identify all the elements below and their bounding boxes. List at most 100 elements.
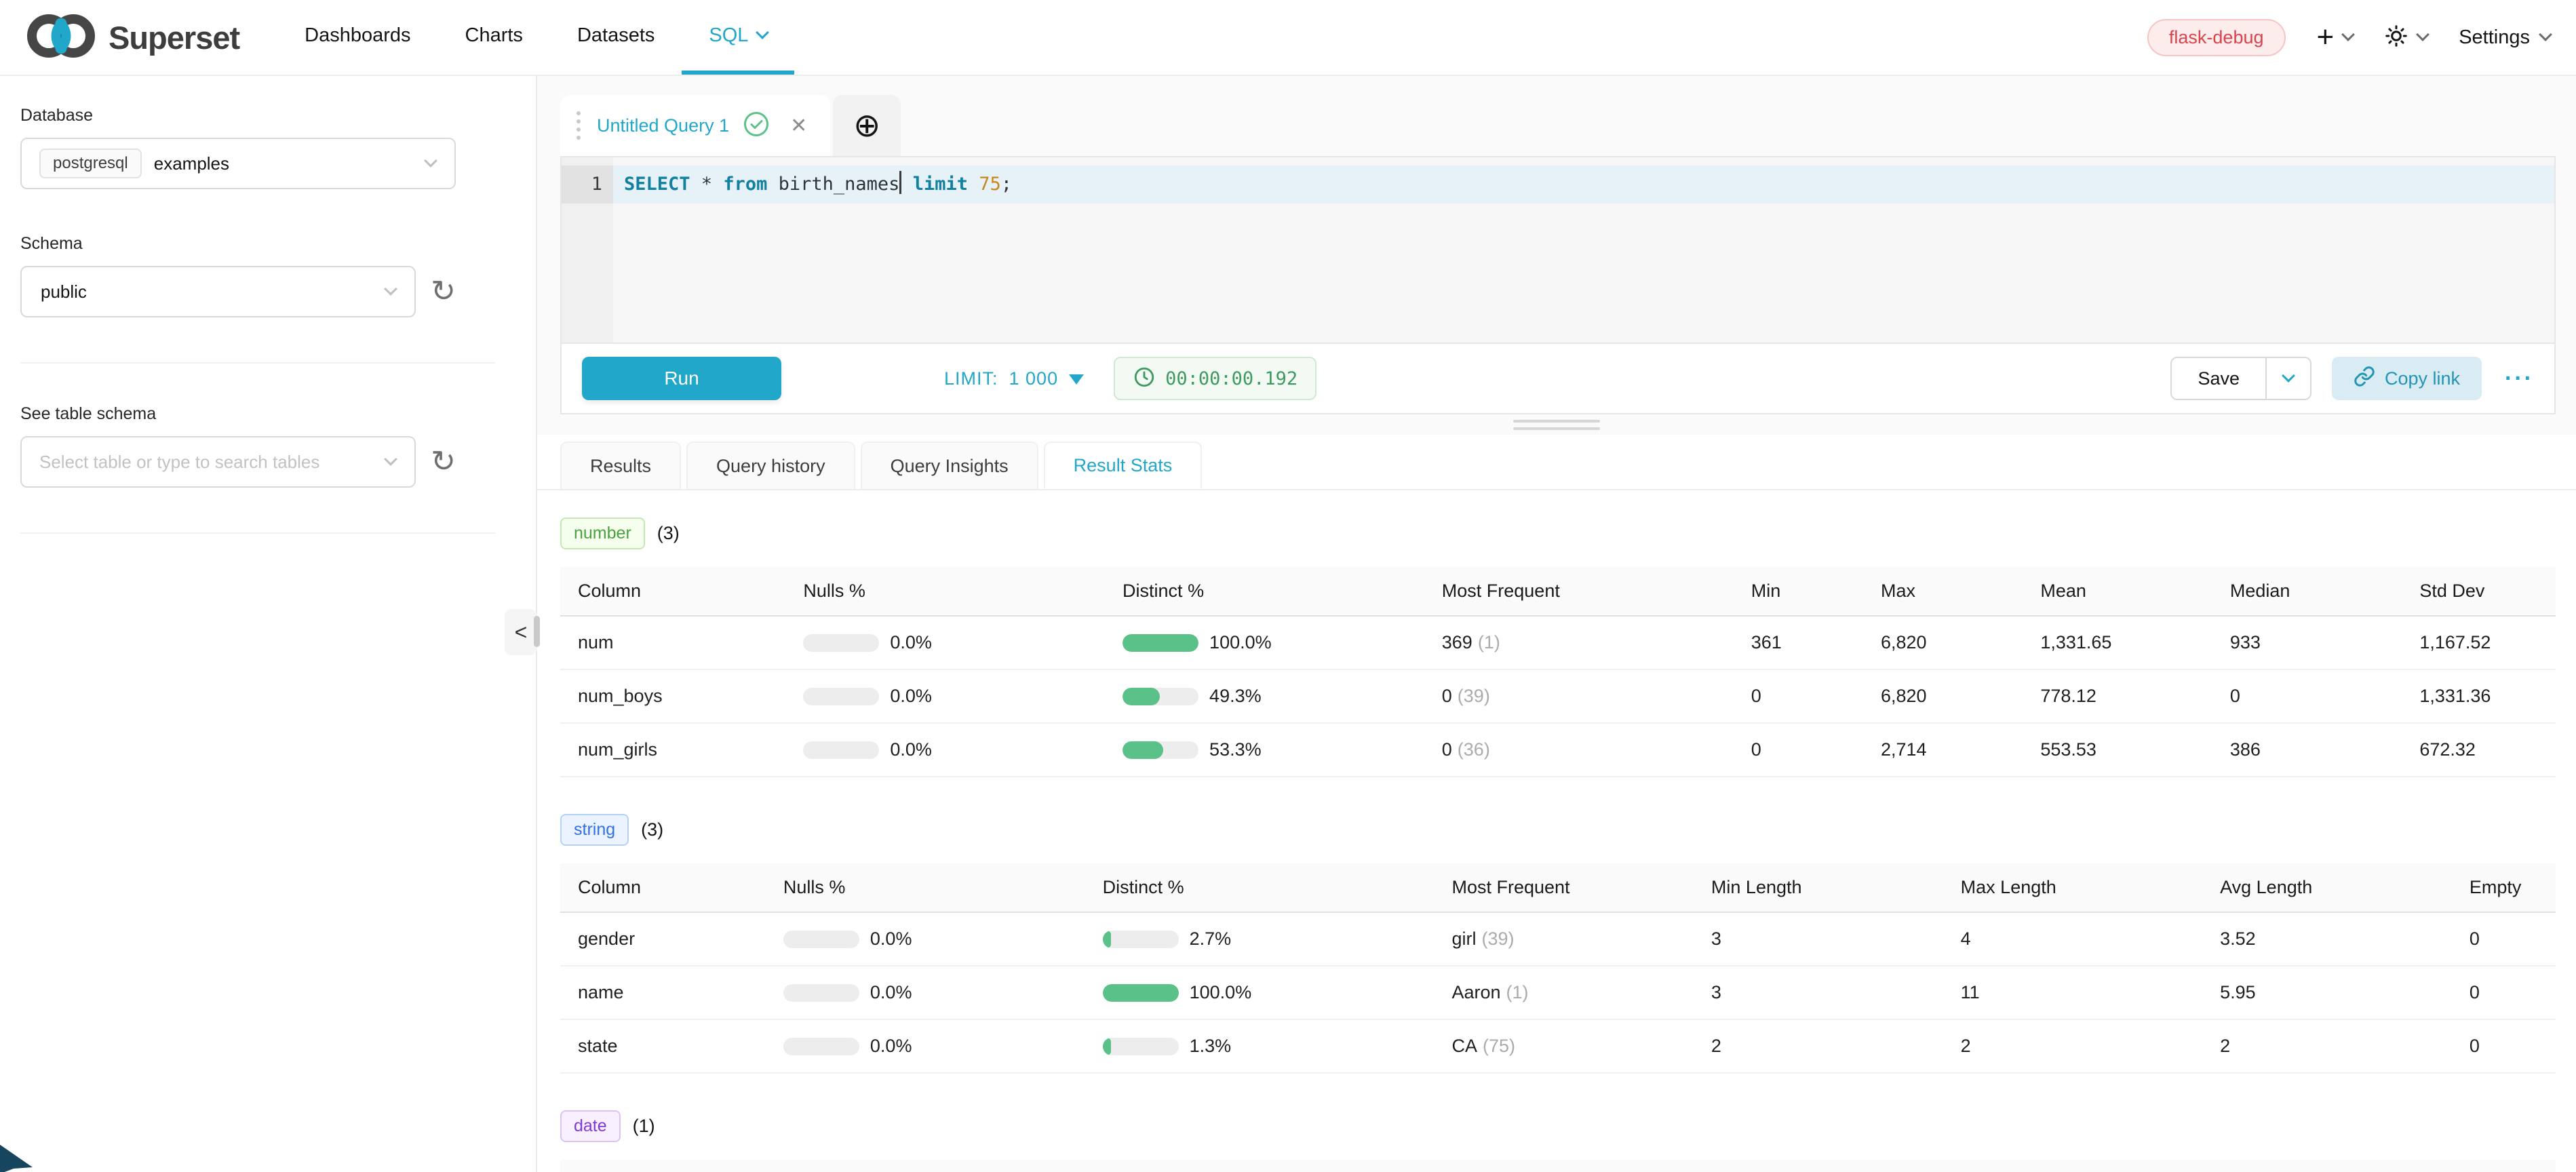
cell-plain: 778.12 bbox=[2027, 669, 2216, 723]
tab-query-insights[interactable]: Query Insights bbox=[861, 442, 1038, 489]
frequent-value: Aaron bbox=[1451, 982, 1500, 1002]
type-tag-number: number bbox=[560, 517, 645, 549]
column-header: Empty bbox=[2456, 863, 2556, 912]
brand-name: Superset bbox=[109, 19, 239, 56]
percent-bar-cell: 53.3% bbox=[1123, 739, 1415, 760]
refresh-tables-icon[interactable]: ↻ bbox=[431, 447, 456, 477]
copy-link-button[interactable]: Copy link bbox=[2332, 357, 2482, 400]
schema-select[interactable]: public bbox=[20, 266, 416, 317]
chevron-down-icon bbox=[756, 26, 770, 39]
run-button[interactable]: Run bbox=[582, 357, 781, 400]
cell-plain: 4 bbox=[1947, 912, 2206, 966]
limit-dropdown[interactable]: LIMIT: 1 000 bbox=[944, 368, 1084, 389]
cell-plain: 2 bbox=[2206, 1019, 2456, 1073]
nav-item-dashboards[interactable]: Dashboards bbox=[277, 0, 437, 75]
chevron-down-icon bbox=[384, 452, 397, 466]
sql-token-plain: ; bbox=[1001, 174, 1012, 195]
cell-plain: 6,820 bbox=[1867, 616, 2027, 669]
query-tab-untitled-query-1[interactable]: Untitled Query 1 ✕ bbox=[560, 95, 830, 156]
chevron-down-icon bbox=[424, 154, 437, 168]
table-schema-label: See table schema bbox=[20, 404, 456, 424]
code-area[interactable]: SELECT * from birth_names limit 75; bbox=[613, 157, 2554, 343]
column-header: Range bbox=[2436, 1160, 2556, 1172]
nav-item-sql[interactable]: SQL bbox=[682, 0, 794, 75]
percent-bar-cell: 0.0% bbox=[783, 929, 1076, 950]
progress-bar bbox=[1123, 688, 1198, 705]
tab-result-stats[interactable]: Result Stats bbox=[1044, 442, 1203, 489]
editor-panel: 1 SELECT * from birth_names limit 75; Ru… bbox=[560, 156, 2556, 414]
cell-name: gender bbox=[560, 912, 770, 966]
nav-item-charts[interactable]: Charts bbox=[438, 0, 550, 75]
frequent-value: CA bbox=[1451, 1036, 1477, 1056]
environment-badge: flask-debug bbox=[2147, 19, 2286, 56]
superset-logo[interactable]: Superset bbox=[26, 0, 239, 75]
limit-value: 1 000 bbox=[1009, 368, 1059, 389]
cell-name: num_boys bbox=[560, 669, 789, 723]
drag-handle-icon[interactable] bbox=[577, 111, 581, 140]
query-tab-title: Untitled Query 1 bbox=[597, 115, 729, 136]
column-header: Distinct % bbox=[1109, 567, 1428, 616]
cell-plain: 3 bbox=[1698, 966, 1947, 1019]
column-header: Most Frequent bbox=[1428, 567, 1738, 616]
table-select[interactable]: Select table or type to search tables bbox=[20, 436, 416, 488]
column-header: Nulls % bbox=[710, 1160, 939, 1172]
column-header: Distinct % bbox=[939, 1160, 1169, 1172]
percent-label: 100.0% bbox=[1190, 982, 1252, 1003]
pane-resize-handle[interactable] bbox=[537, 414, 2576, 435]
nav-item-datasets[interactable]: Datasets bbox=[550, 0, 682, 75]
sidebar-scrollbar-thumb[interactable] bbox=[534, 616, 540, 647]
percent-label: 2.7% bbox=[1190, 929, 1232, 950]
column-count: (1) bbox=[633, 1116, 655, 1137]
tab-query-history[interactable]: Query history bbox=[686, 442, 855, 489]
progress-bar bbox=[1103, 1038, 1179, 1055]
percent-label: 49.3% bbox=[1209, 686, 1262, 707]
mouse-pointer bbox=[0, 1140, 41, 1172]
table-header-row: ColumnNulls %Distinct %Most FrequentMinM… bbox=[560, 567, 2556, 616]
cell-plain: 0 bbox=[1738, 669, 1867, 723]
cell-bar: 0.0% bbox=[789, 616, 1109, 669]
elapsed-time: 00:00:00.192 bbox=[1165, 368, 1297, 389]
stats-table-string: ColumnNulls %Distinct %Most FrequentMin … bbox=[560, 863, 2556, 1074]
progress-bar bbox=[1123, 634, 1198, 652]
close-tab-icon[interactable]: ✕ bbox=[790, 114, 807, 138]
cell-plain: 672.32 bbox=[2406, 723, 2556, 777]
table-row: num_girls0.0%53.3%0(36)02,714553.5338667… bbox=[560, 723, 2556, 777]
tab-results[interactable]: Results bbox=[560, 442, 681, 489]
percent-label: 100.0% bbox=[1209, 632, 1272, 653]
database-select[interactable]: postgresql examples bbox=[20, 138, 456, 189]
run-toolbar-right: Save Copy l bbox=[2170, 357, 2534, 400]
new-item-button[interactable]: + bbox=[2317, 22, 2354, 52]
theme-toggle-button[interactable] bbox=[2384, 24, 2427, 52]
sql-editor[interactable]: 1 SELECT * from birth_names limit 75; bbox=[562, 157, 2554, 344]
cell-plain: 0 bbox=[2456, 912, 2556, 966]
table-head: ColumnNulls %Distinct %Most FrequentMinM… bbox=[560, 1160, 2556, 1172]
clock-icon bbox=[1133, 366, 1156, 392]
table-row: name0.0%100.0%Aaron(1)3115.950 bbox=[560, 966, 2556, 1019]
settings-menu[interactable]: Settings bbox=[2459, 26, 2550, 49]
table-body: num0.0%100.0%369(1)3616,8201,331.659331,… bbox=[560, 616, 2556, 777]
sql-token-keyword: limit bbox=[901, 174, 979, 195]
collapse-sidebar-button[interactable]: < bbox=[505, 609, 537, 655]
cell-name: state bbox=[560, 1019, 770, 1073]
save-options-button[interactable] bbox=[2267, 357, 2311, 400]
column-header: Column bbox=[560, 863, 770, 912]
refresh-schema-icon[interactable]: ↻ bbox=[431, 277, 456, 307]
cell-plain: 3 bbox=[1698, 912, 1947, 966]
save-button[interactable]: Save bbox=[2170, 357, 2267, 400]
percent-bar-cell: 100.0% bbox=[1123, 632, 1415, 653]
frequent-value: 0 bbox=[1442, 686, 1452, 706]
body-row: Database postgresql examples Schema publ… bbox=[0, 76, 2576, 1172]
add-query-tab-button[interactable]: ⊕ bbox=[833, 95, 901, 156]
column-header: Column bbox=[560, 567, 789, 616]
caret-down-icon bbox=[1069, 374, 1084, 385]
elapsed-timer: 00:00:00.192 bbox=[1114, 357, 1316, 400]
section-header: string(3) bbox=[560, 814, 2556, 846]
database-engine-tag: postgresql bbox=[39, 149, 142, 178]
nav-item-sql-label: SQL bbox=[709, 24, 748, 47]
cell-bar: 100.0% bbox=[1089, 966, 1439, 1019]
cell-plain: 386 bbox=[2217, 723, 2406, 777]
progress-bar bbox=[783, 931, 859, 948]
column-header: Max bbox=[2027, 1160, 2436, 1172]
cell-plain: 0 bbox=[2217, 669, 2406, 723]
more-actions-icon[interactable]: ··· bbox=[2505, 366, 2534, 392]
